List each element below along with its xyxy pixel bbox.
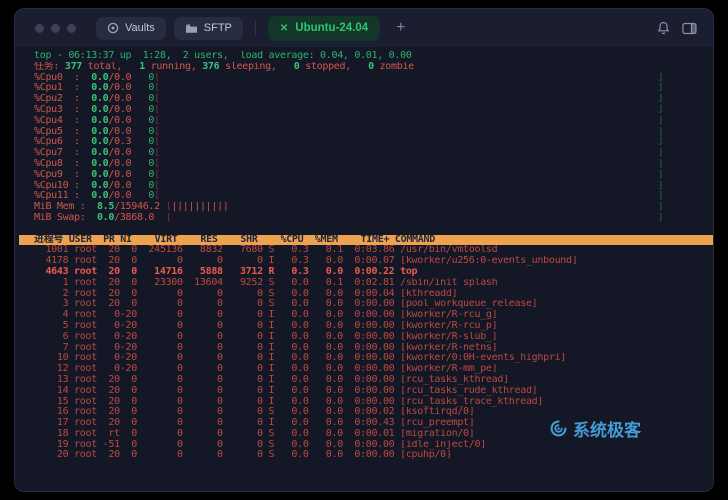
window-control-maximize[interactable] [67, 24, 76, 33]
new-tab-button[interactable]: + [388, 20, 413, 36]
uptime-line: top - 06:13:37 up 1:28, 2 users, load av… [34, 51, 707, 62]
process-row: 4178 root 20 0 0 0 0 I 0.3 0.0 0:00.07 [… [34, 256, 707, 267]
process-row: 15 root 20 0 0 0 0 I 0.0 0.0 0:00.00 [rc… [34, 397, 707, 408]
notifications-bell-icon[interactable] [655, 19, 672, 37]
window-controls [35, 24, 76, 33]
toggle-panel-icon[interactable] [680, 20, 699, 37]
process-row: 6 root 0-20 0 0 0 I 0.0 0.0 0:00.00 [kwo… [34, 332, 707, 343]
vaults-button-label: Vaults [125, 22, 155, 34]
process-row: 14 root 20 0 0 0 0 I 0.0 0.0 0:00.00 [rc… [34, 386, 707, 397]
terminal-screen[interactable]: top - 06:13:37 up 1:28, 2 users, load av… [15, 47, 713, 492]
cpu-meter-line: %Cpu9 : 0.0/0.0 0[ ] [34, 170, 707, 181]
process-row: 1 root 20 0 23300 13604 9252 S 0.0 0.1 0… [34, 278, 707, 289]
cpu-meter-line: %Cpu5 : 0.0/0.0 0[ ] [34, 127, 707, 138]
cpu-meter-line: %Cpu0 : 0.0/0.0 0[ ] [34, 73, 707, 84]
process-row: 18 root rt 0 0 0 0 S 0.0 0.0 0:00.01 [mi… [34, 429, 707, 440]
mem-line: MiB Mem : 8.5/15946.2 [|||||||||| ] [34, 202, 707, 213]
process-row: 10 root 0-20 0 0 0 I 0.0 0.0 0:00.00 [kw… [34, 353, 707, 364]
tab-close-icon[interactable]: ✕ [280, 23, 288, 34]
process-row: 12 root 0-20 0 0 0 I 0.0 0.0 0:00.00 [kw… [34, 364, 707, 375]
process-row: 19 root -51 0 0 0 0 S 0.0 0.0 0:00.00 [i… [34, 440, 707, 451]
process-row: 17 root 20 0 0 0 0 I 0.0 0.0 0:00.43 [rc… [34, 418, 707, 429]
cpu-meter-line: %Cpu1 : 0.0/0.0 0[ ] [34, 83, 707, 94]
tab-ubuntu-24-04[interactable]: ✕ Ubuntu-24.04 [268, 16, 380, 41]
terminal-window: Vaults SFTP ✕ Ubuntu-24.04 + top - 06:13… [14, 8, 714, 492]
sftp-button[interactable]: SFTP [174, 17, 243, 40]
cpu-meter-line: %Cpu7 : 0.0/0.0 0[ ] [34, 148, 707, 159]
process-row: 16 root 20 0 0 0 0 S 0.0 0.0 0:00.02 [ks… [34, 407, 707, 418]
tab-label: Ubuntu-24.04 [295, 22, 368, 34]
cpu-meter-line: %Cpu2 : 0.0/0.0 0[ ] [34, 94, 707, 105]
process-row: 4 root 0-20 0 0 0 I 0.0 0.0 0:00.00 [kwo… [34, 310, 707, 321]
cpu-meter-line: %Cpu4 : 0.0/0.0 0[ ] [34, 116, 707, 127]
process-row: 2 root 20 0 0 0 0 S 0.0 0.0 0:00.04 [kth… [34, 289, 707, 300]
folder-icon [185, 23, 198, 34]
cpu-meter-line: %Cpu11 : 0.0/0.0 0[ ] [34, 191, 707, 202]
process-row: 3 root 20 0 0 0 0 S 0.0 0.0 0:00.00 [poo… [34, 299, 707, 310]
process-row: 13 root 20 0 0 0 0 I 0.0 0.0 0:00.00 [rc… [34, 375, 707, 386]
swap-line: MiB Swap: 0.0/3868.0 [ ] [34, 213, 707, 224]
process-table-header: 进程号 USER PR NI VIRT RES SHR %CPU %MEM TI… [19, 235, 713, 246]
cpu-meter-line: %Cpu8 : 0.0/0.0 0[ ] [34, 159, 707, 170]
tabbar-divider [255, 20, 256, 36]
process-row: 20 root 20 0 0 0 0 S 0.0 0.0 0:00.00 [cp… [34, 450, 707, 461]
window-top-bar: Vaults SFTP ✕ Ubuntu-24.04 + [15, 9, 713, 47]
window-control-minimize[interactable] [51, 24, 60, 33]
process-row: 5 root 0-20 0 0 0 I 0.0 0.0 0:00.00 [kwo… [34, 321, 707, 332]
window-control-close[interactable] [35, 24, 44, 33]
process-row: 4643 root 20 0 14716 5888 3712 R 0.3 0.0… [34, 267, 707, 278]
cpu-meter-line: %Cpu3 : 0.0/0.0 0[ ] [34, 105, 707, 116]
blank-line [34, 224, 707, 235]
vaults-button[interactable]: Vaults [96, 17, 166, 40]
sftp-button-label: SFTP [204, 22, 232, 34]
cpu-meter-line: %Cpu10 : 0.0/0.0 0[ ] [34, 181, 707, 192]
vault-icon [107, 22, 119, 34]
process-row: 1001 root 20 0 245136 8832 7680 S 0.3 0.… [34, 245, 707, 256]
tasks-line: 任务: 377 total, 1 running, 376 sleeping, … [34, 62, 707, 73]
cpu-meter-line: %Cpu6 : 0.0/0.3 0[ ] [34, 137, 707, 148]
process-row: 7 root 0-20 0 0 0 I 0.0 0.0 0:00.00 [kwo… [34, 343, 707, 354]
